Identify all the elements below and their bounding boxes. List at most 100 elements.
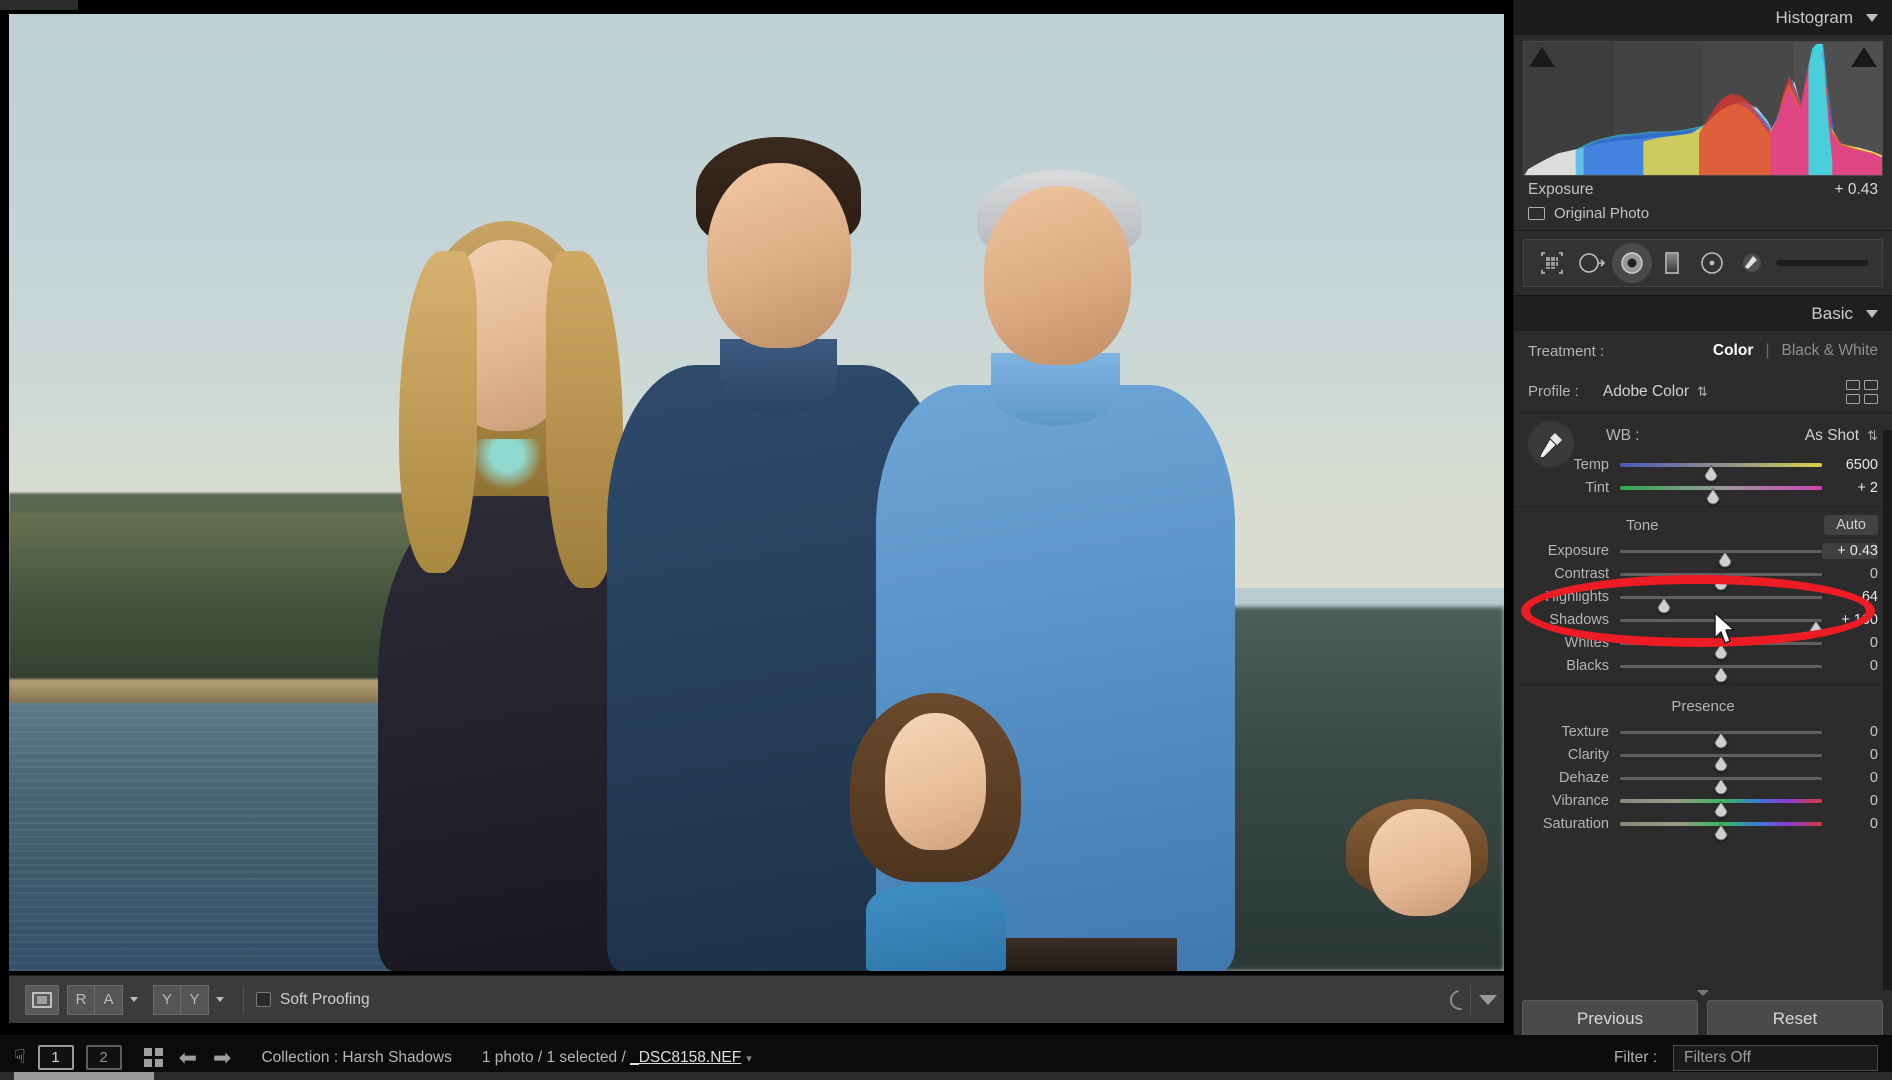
histogram-graph[interactable] [1523, 41, 1883, 176]
slider-value-contrast[interactable]: 0 [1822, 566, 1878, 582]
slider-row-tint[interactable]: Tint + 2 [1514, 477, 1892, 505]
slider-track-temp[interactable] [1620, 457, 1822, 482]
highlight-clipping-triangle-icon[interactable] [1851, 47, 1877, 67]
adjustment-brush-tool[interactable] [1732, 243, 1772, 283]
red-eye-correction-tool[interactable] [1612, 243, 1652, 283]
slider-track-clarity[interactable] [1620, 747, 1822, 772]
radial-filter-tool[interactable] [1692, 243, 1732, 283]
up-down-stepper-icon[interactable]: ⇅ [1697, 384, 1708, 400]
panel-collapse-handle[interactable] [1513, 986, 1892, 1000]
slider-row-vibrance[interactable]: Vibrance 0 [1514, 790, 1892, 818]
filmstrip-thumbnails[interactable] [0, 1072, 1892, 1080]
slider-row-shadows[interactable]: Shadows + 100 [1514, 609, 1892, 637]
arrow-left-icon[interactable]: ⬅ [179, 1046, 197, 1069]
slider-track-saturation[interactable] [1620, 816, 1822, 841]
brush-size-slider[interactable] [1776, 260, 1868, 266]
slider-row-temp[interactable]: Temp 6500 [1514, 454, 1892, 482]
caret-down-icon[interactable]: ▾ [746, 1053, 752, 1065]
shadow-clipping-triangle-icon[interactable] [1529, 47, 1555, 67]
slider-value-blacks[interactable]: 0 [1822, 658, 1878, 674]
soft-proofing-checkbox[interactable] [256, 992, 271, 1007]
slider-value-tint[interactable]: + 2 [1822, 480, 1878, 496]
triangle-down-icon[interactable] [1866, 13, 1878, 22]
loupe-view-button[interactable] [25, 984, 59, 1015]
collection-label: Collection : Harsh Shadows [261, 1048, 452, 1066]
profile-value[interactable]: Adobe Color [1603, 383, 1689, 401]
slider-value-highlights[interactable]: – 64 [1822, 589, 1878, 605]
slider-thumb[interactable] [1713, 666, 1729, 683]
slider-thumb[interactable] [1705, 488, 1721, 505]
slider-value-whites[interactable]: 0 [1822, 635, 1878, 651]
slider-thumb[interactable] [1713, 824, 1729, 841]
slider-row-saturation[interactable]: Saturation 0 [1514, 813, 1892, 841]
before-after-view-control[interactable]: Y Y [153, 984, 231, 1015]
arrow-right-icon[interactable]: ➡ [213, 1046, 231, 1069]
monitor-2-button[interactable]: 2 [85, 1045, 122, 1070]
filmstrip-thumbnail[interactable] [14, 1072, 154, 1080]
slider-value-temp[interactable]: 6500 [1822, 457, 1878, 473]
treatment-bw-option[interactable]: Black & White [1782, 342, 1878, 360]
caret-down-icon[interactable] [216, 997, 224, 1002]
slider-value-vibrance[interactable]: 0 [1822, 793, 1878, 809]
histogram-readout: Exposure + 0.43 [1514, 176, 1892, 201]
triangle-down-icon[interactable] [1866, 309, 1878, 318]
slider-row-exposure[interactable]: Exposure + 0.43 [1514, 540, 1892, 568]
slider-value-shadows[interactable]: + 100 [1822, 612, 1878, 628]
filter-select[interactable]: Filters Off [1673, 1044, 1878, 1071]
compare-a-cell[interactable]: A [95, 984, 123, 1015]
original-photo-row[interactable]: Original Photo [1514, 201, 1892, 231]
slider-row-contrast[interactable]: Contrast 0 [1514, 563, 1892, 591]
slider-row-blacks[interactable]: Blacks 0 [1514, 655, 1892, 683]
panel-scrollbar[interactable] [1883, 430, 1892, 990]
slider-row-whites[interactable]: Whites 0 [1514, 632, 1892, 660]
reset-button[interactable]: Reset [1707, 1000, 1883, 1038]
white-balance-block: WB : As Shot ⇅ Temp 6500 Tint + 2 [1514, 413, 1892, 507]
graduated-filter-tool[interactable] [1652, 243, 1692, 283]
caret-down-icon[interactable] [130, 997, 138, 1002]
slider-track-contrast[interactable] [1620, 566, 1822, 591]
up-down-stepper-icon[interactable]: ⇅ [1867, 428, 1878, 444]
spot-removal-tool[interactable] [1572, 243, 1612, 283]
slider-track-dehaze[interactable] [1620, 770, 1822, 795]
slider-label-blacks: Blacks [1566, 658, 1609, 674]
before-cell[interactable]: Y [153, 984, 181, 1015]
slider-value-texture[interactable]: 0 [1822, 724, 1878, 740]
toolbar-toggle-button[interactable] [1470, 984, 1504, 1015]
slider-value-saturation[interactable]: 0 [1822, 816, 1878, 832]
slider-track-tint[interactable] [1620, 480, 1822, 505]
monitor-1-button[interactable]: 1 [37, 1045, 74, 1070]
compare-view-control[interactable]: R A [67, 984, 145, 1015]
slider-track-texture[interactable] [1620, 724, 1822, 749]
slider-track-exposure[interactable] [1620, 543, 1822, 568]
slider-row-texture[interactable]: Texture 0 [1514, 721, 1892, 749]
white-balance-selector[interactable] [1528, 421, 1574, 467]
treatment-color-option[interactable]: Color [1713, 342, 1753, 360]
face [1369, 809, 1472, 916]
after-cell[interactable]: Y [181, 984, 209, 1015]
slider-label-highlights: Highlights [1545, 589, 1609, 605]
grabber-hand-icon[interactable]: ☟ [14, 1046, 26, 1069]
grid-view-icon[interactable] [143, 1048, 163, 1067]
slider-label-tint: Tint [1585, 480, 1609, 496]
slider-row-highlights[interactable]: Highlights – 64 [1514, 586, 1892, 614]
basic-panel-header[interactable]: Basic [1514, 295, 1892, 331]
crop-overlay-tool[interactable] [1532, 243, 1572, 283]
slider-row-clarity[interactable]: Clarity 0 [1514, 744, 1892, 772]
slider-value-dehaze[interactable]: 0 [1822, 770, 1878, 786]
grid-browse-profiles-icon[interactable] [1846, 379, 1878, 404]
auto-tone-button[interactable]: Auto [1824, 515, 1878, 535]
compare-r-cell[interactable]: R [67, 984, 95, 1015]
photo-preview[interactable] [9, 14, 1504, 971]
histogram-panel-header[interactable]: Histogram [1514, 0, 1892, 35]
slider-track-blacks[interactable] [1620, 658, 1822, 683]
slider-track-shadows[interactable] [1620, 612, 1823, 637]
slider-row-dehaze[interactable]: Dehaze 0 [1514, 767, 1892, 795]
slider-track-highlights[interactable] [1620, 589, 1822, 614]
slider-track-vibrance[interactable] [1620, 793, 1822, 818]
current-filename[interactable]: _DSC8158.NEF [630, 1049, 741, 1066]
slider-value-exposure[interactable]: + 0.43 [1822, 543, 1878, 559]
wb-value[interactable]: As Shot [1805, 427, 1859, 445]
previous-button[interactable]: Previous [1522, 1000, 1698, 1038]
slider-track-whites[interactable] [1620, 635, 1822, 660]
slider-value-clarity[interactable]: 0 [1822, 747, 1878, 763]
